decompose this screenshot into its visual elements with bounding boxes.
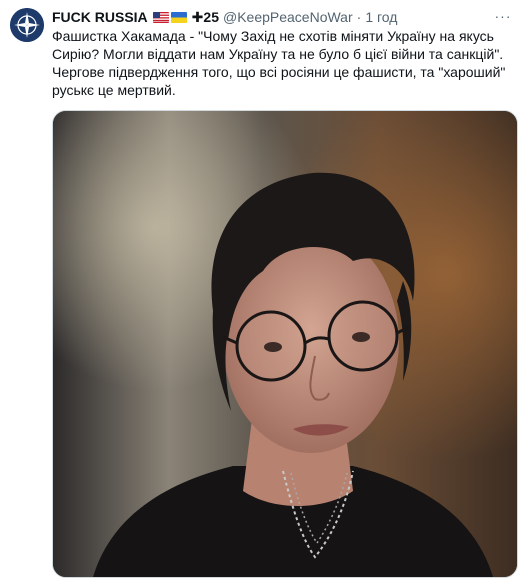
nato-compass-icon	[10, 8, 44, 42]
tweet-photo[interactable]	[52, 110, 518, 578]
timestamp[interactable]: 1 год	[365, 9, 397, 25]
tweet-text: Фашистка Хакамада - "Чому Захід не схоті…	[52, 27, 508, 99]
separator-dot: ·	[356, 9, 362, 25]
tweet-text-line: руськє це мертвий.	[52, 82, 176, 98]
avatar[interactable]	[10, 8, 44, 42]
user-handle[interactable]: @KeepPeaceNoWar	[223, 9, 353, 25]
name-badges: ✚25	[152, 8, 219, 26]
display-name[interactable]: FUCK RUSSIA	[52, 9, 148, 25]
flag-ukraine-icon	[170, 11, 187, 23]
more-options-icon[interactable]: ···	[492, 6, 514, 26]
badge-text: ✚25	[191, 8, 219, 25]
tweet-text-line: Фашистка Хакамада - "Чому Захід не схоті…	[52, 28, 494, 44]
tweet-text-line: Сирію? Могли віддати нам Україну та не б…	[52, 46, 504, 62]
tweet-text-line: Чергове підвердження того, що всі росіян…	[52, 64, 506, 80]
tweet[interactable]: FUCK RUSSIA ✚25 @KeepPeaceNoWar · 1 год …	[0, 0, 524, 581]
portrait-photo	[53, 111, 517, 577]
tweet-header: FUCK RUSSIA ✚25 @KeepPeaceNoWar · 1 год	[52, 8, 488, 26]
flag-us-icon	[152, 11, 169, 23]
